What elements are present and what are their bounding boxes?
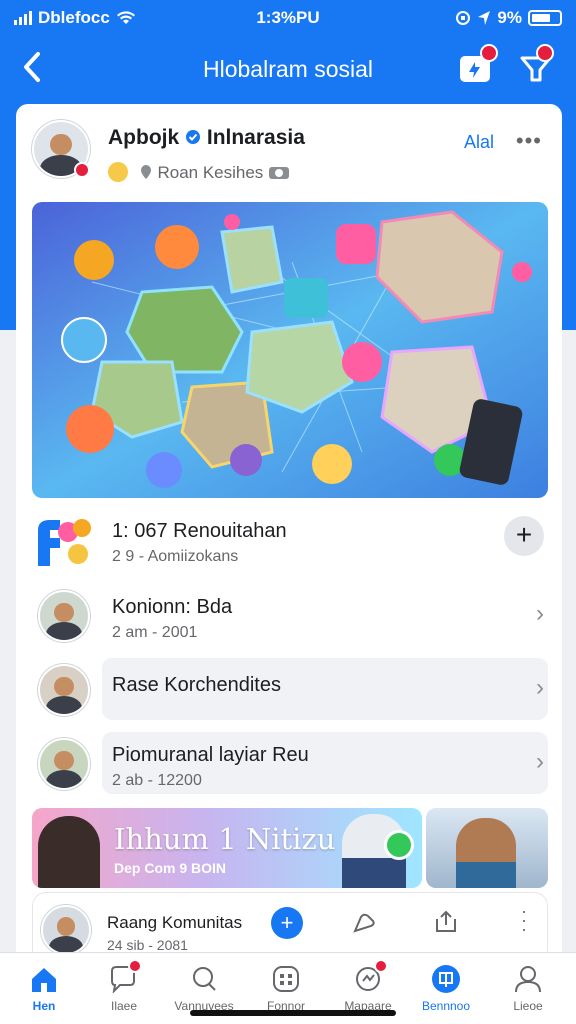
banner-meta: Dep Com 9 BOIN [114,860,227,876]
list-item-subtitle: 2 ab - 12200 [112,772,202,789]
tab-label: Lieoe [513,999,543,1013]
grid-icon [273,966,299,992]
list-item-avatar [38,664,90,716]
list-item-title: 1: 067 Renouitahan [112,520,287,542]
emoji-icon [108,162,128,182]
search-icon [193,967,216,991]
tab-badge [128,959,142,973]
tab-pages[interactable]: Bennnoo [406,953,486,1024]
list-item[interactable]: Piomuranal layiar Reu 2 ab - 12200 › [16,734,562,794]
battery-icon [528,10,562,26]
tab-label: Hen [32,999,56,1013]
community-logo-icon [38,519,91,566]
chevron-right-icon: › [536,748,544,775]
add-button[interactable]: + [504,516,544,556]
tab-profile[interactable]: Lieoe [488,953,568,1024]
profile-name[interactable]: Apbojk Inlnarasia [108,126,305,150]
profile-status-dot [74,162,90,178]
battery-percent: 9% [497,8,522,27]
status-bar: Dblefocc 1:3%PU 9% [0,0,576,36]
home-indicator [190,1010,396,1016]
list-item-title: Konionn: Bda [112,596,233,618]
list-item[interactable]: Konionn: Bda 2 am - 2001 › [16,586,562,646]
list-item-avatar [38,738,90,790]
lock-rotation-icon [456,11,471,25]
messages-badge [536,44,554,62]
profile-subtitle: Roan Kesihes [108,162,290,183]
community-card: Apbojk Inlnarasia Roan Kesihes Alal ••• [16,104,562,1024]
list-item-title: Piomuranal layiar Reu [112,744,309,766]
banner-person-image [38,816,100,888]
messages-button[interactable] [518,44,554,86]
share-icon[interactable] [433,909,459,935]
list-item-avatar [38,590,90,642]
notifications-button[interactable] [458,44,498,86]
chevron-right-icon: › [536,674,544,701]
list-item-subtitle: 2 9 - Aomiizokans [112,548,239,565]
profile-icon [515,966,541,993]
reaction-icon[interactable] [351,911,377,935]
nav-bar: Hlobalram sosial [0,40,576,96]
chevron-right-icon: › [536,600,544,627]
header-action-link[interactable]: Alal [464,132,494,153]
pages-icon [432,965,460,993]
list-item-title: Rase Korchendites [112,674,281,696]
post-title: Raang Komunitas [107,913,243,932]
location-icon [478,11,491,25]
tab-badge [374,959,388,973]
compose-button[interactable]: + [271,907,303,939]
home-icon [32,968,56,992]
post-avatar [41,905,91,955]
tab-home[interactable]: Hen [4,953,84,1024]
post-subtitle: 24 sib - 2081 [107,937,188,953]
event-thumbnail[interactable] [426,808,548,888]
event-banner[interactable]: Ihhum 1 Nitizu Dep Com 9 BOIN [32,808,422,888]
banner-title: Ihhum 1 Nitizu [114,822,336,856]
list-item[interactable]: 1: 067 Renouitahan 2 9 - Aomiizokans + [16,510,562,566]
tab-groups[interactable]: Ilaee [84,953,164,1024]
tab-label: Bennnoo [421,999,471,1013]
more-vertical-icon[interactable]: · · · [519,902,529,938]
more-options-icon[interactable]: ••• [516,128,542,154]
community-network-illustration [32,202,548,498]
tab-label: Ilaee [110,999,138,1013]
hero-illustration[interactable] [32,202,548,498]
camera-icon [269,167,290,179]
list-item-subtitle: 2 am - 2001 [112,624,198,641]
list-item[interactable]: Rase Korchendites › [16,660,562,720]
location-pin-icon [140,165,151,179]
chat-bubble-icon [384,830,414,860]
notification-badge [480,44,498,62]
thumbnail-person-image [456,818,516,888]
verified-icon [186,130,201,144]
